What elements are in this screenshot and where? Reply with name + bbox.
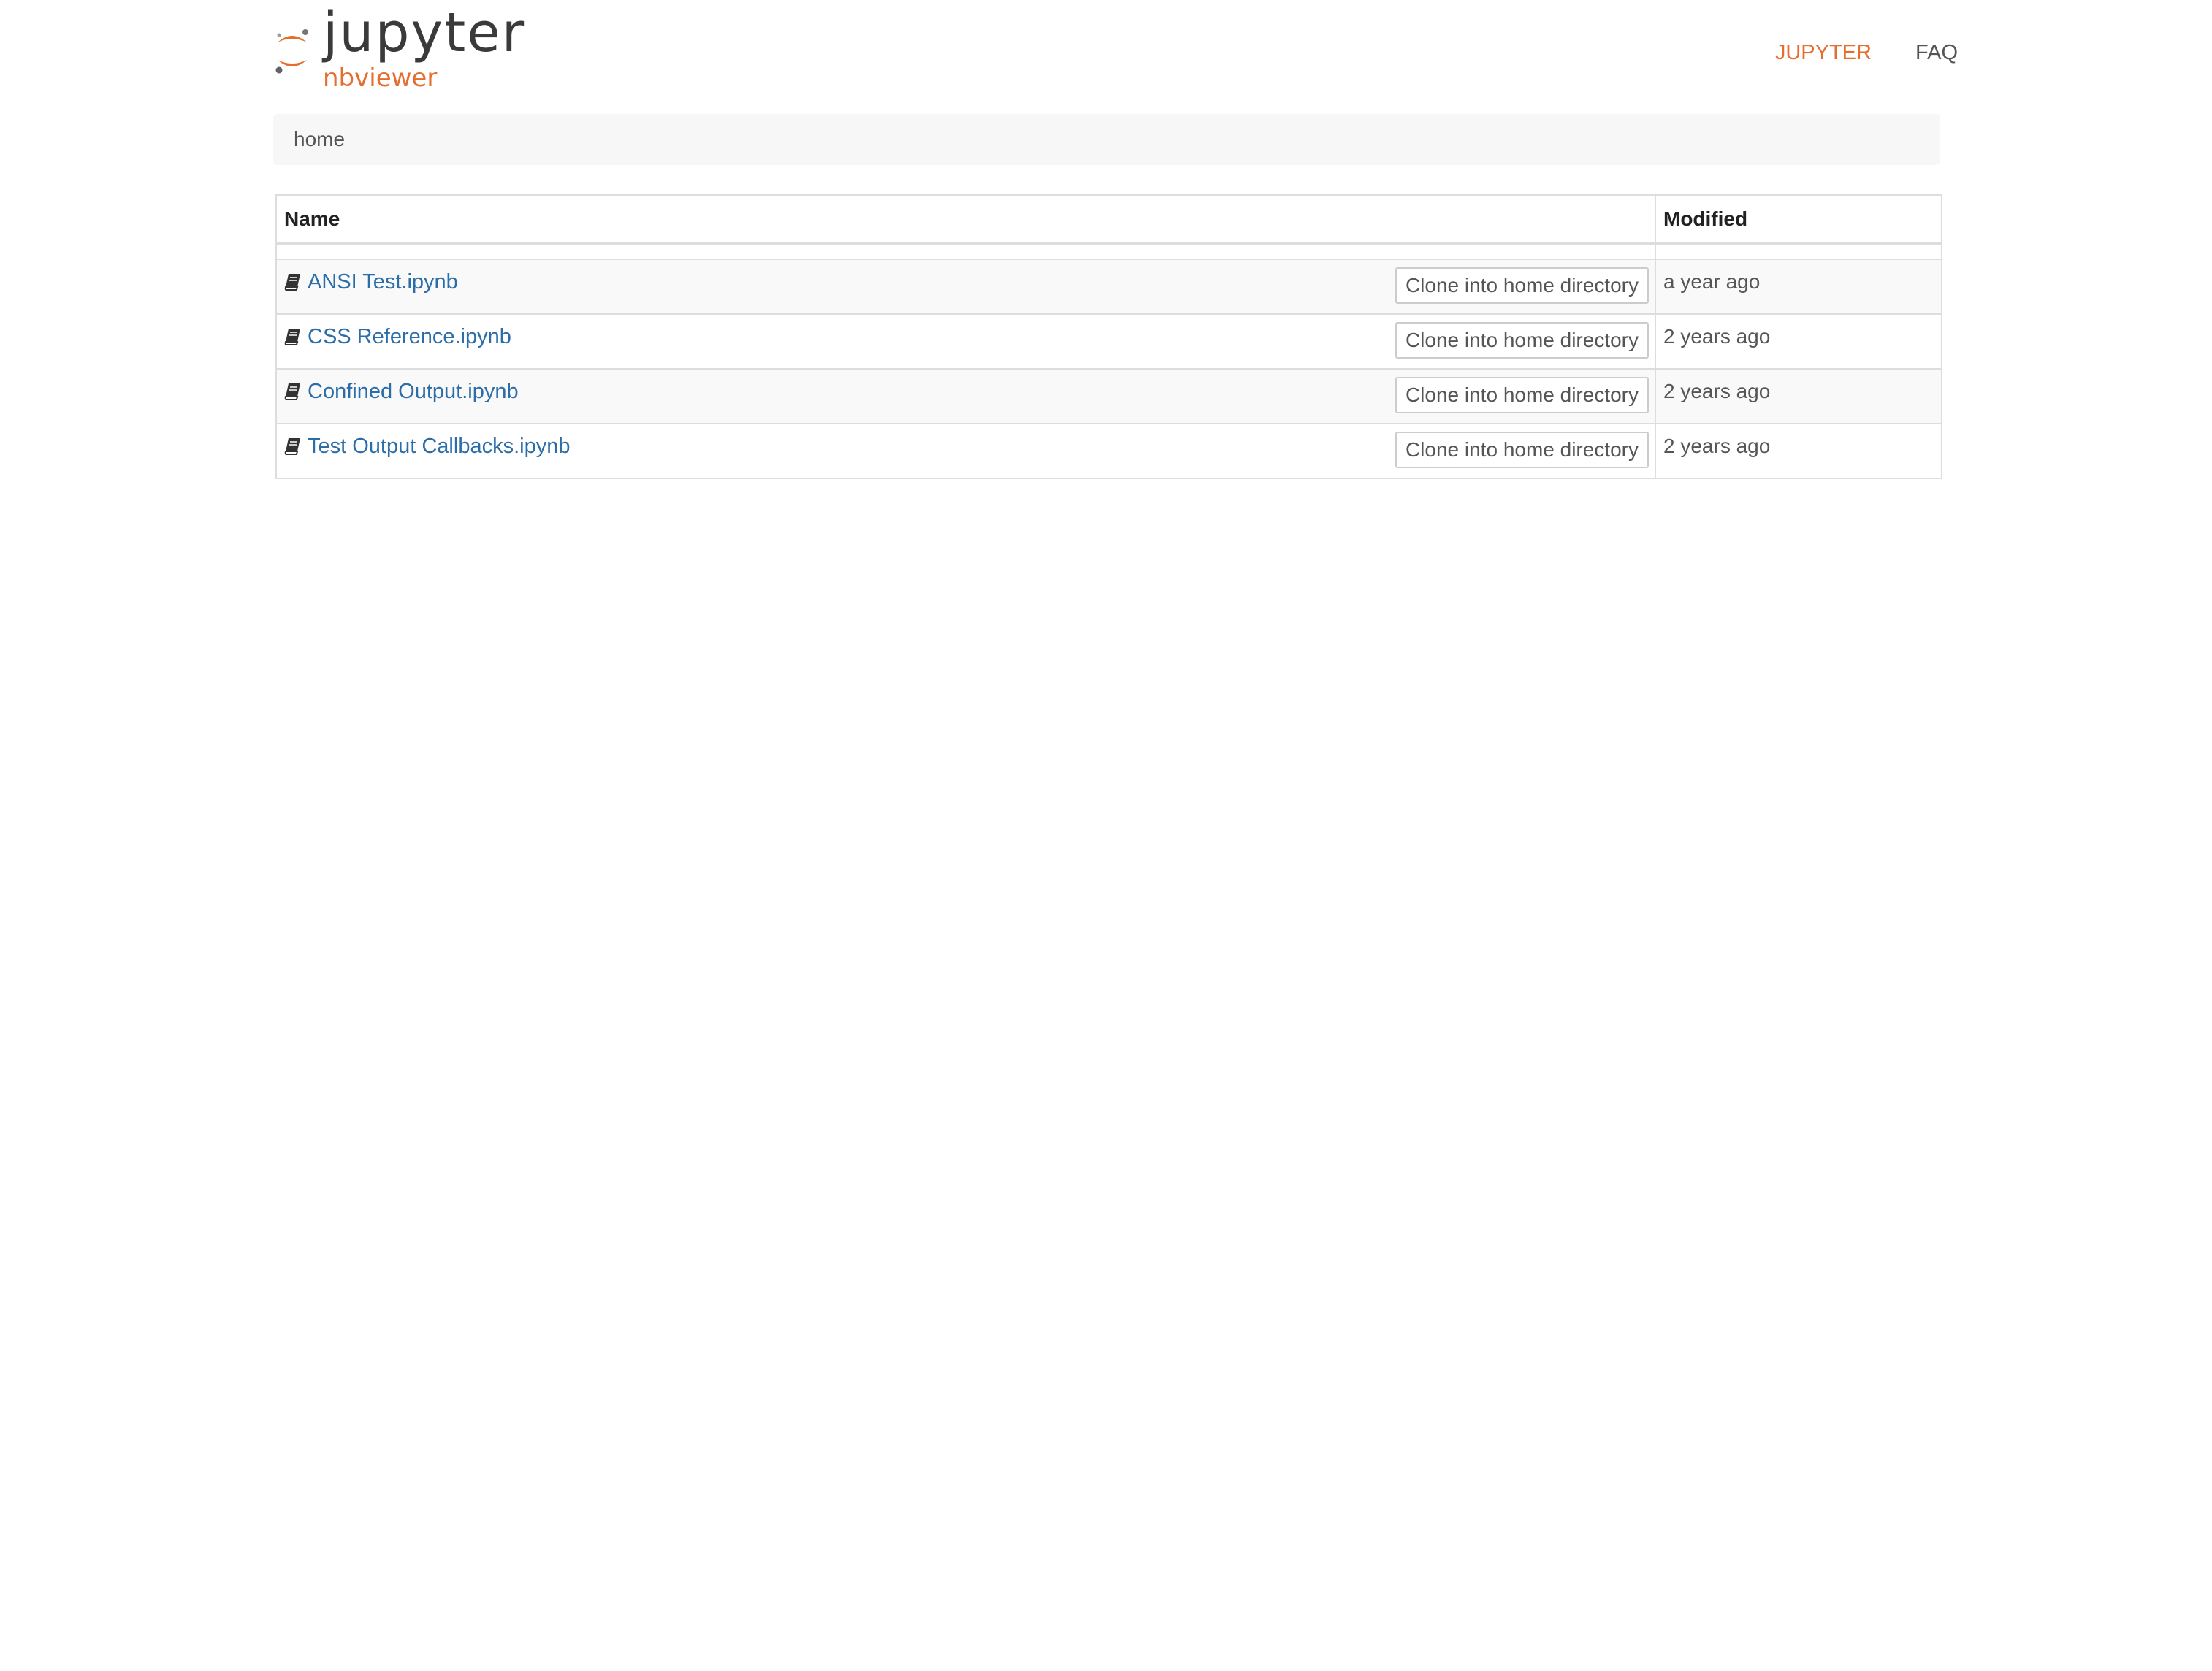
book-icon [284,438,300,455]
notebook-link[interactable]: CSS Reference.ipynb [284,324,511,350]
notebook-link[interactable]: Test Output Callbacks.ipynb [284,433,570,459]
logo-subtitle: nbviewer [323,64,438,93]
book-icon [284,383,300,400]
jupyter-logo-icon [275,29,308,74]
clone-button[interactable]: Clone into home directory [1395,377,1649,413]
spacer-cell-name [277,245,1656,259]
book-icon [284,274,300,291]
breadcrumb: home [273,114,1940,165]
column-header-name[interactable]: Name [277,196,1656,242]
clone-button[interactable]: Clone into home directory [1395,322,1649,359]
modified-text: 2 years ago [1663,435,1771,457]
breadcrumb-item-home[interactable]: home [294,128,345,150]
nav-link-jupyter[interactable]: JUPYTER [1775,39,1872,66]
jupyter-nbviewer-logo[interactable]: jupyter nbviewer [273,6,524,96]
notebook-name: ANSI Test.ipynb [308,270,458,294]
name-cell: Confined Output.ipynb Clone into home di… [277,370,1656,423]
spacer-cell-modified [1656,245,1941,259]
notebook-listing-table: Name Modified ANSI Test.ipynb Clone into… [275,194,1942,479]
modified-text: 2 years ago [1663,325,1771,348]
modified-cell: 2 years ago [1656,424,1941,478]
table-header-row: Name Modified [277,196,1941,242]
modified-cell: 2 years ago [1656,315,1941,368]
column-header-modified[interactable]: Modified [1656,196,1941,242]
name-cell: ANSI Test.ipynb Clone into home director… [277,260,1656,313]
name-cell: Test Output Callbacks.ipynb Clone into h… [277,424,1656,478]
table-row: CSS Reference.ipynb Clone into home dire… [277,313,1941,368]
name-cell: CSS Reference.ipynb Clone into home dire… [277,315,1656,368]
clone-button[interactable]: Clone into home directory [1395,267,1649,304]
modified-cell: 2 years ago [1656,370,1941,423]
modified-text: 2 years ago [1663,380,1771,402]
modified-text: a year ago [1663,270,1761,293]
notebook-name: Confined Output.ipynb [308,380,519,403]
table-row: ANSI Test.ipynb Clone into home director… [277,259,1941,313]
table-row: Test Output Callbacks.ipynb Clone into h… [277,423,1941,478]
clone-button[interactable]: Clone into home directory [1395,432,1649,468]
notebook-link[interactable]: ANSI Test.ipynb [284,269,458,295]
page: jupyter nbviewer JUPYTER FAQ home Name M… [0,0,2212,1671]
logo-wordmark: jupyter [323,1,526,64]
table-row: Confined Output.ipynb Clone into home di… [277,368,1941,423]
notebook-name: Test Output Callbacks.ipynb [308,435,571,458]
book-icon [284,329,300,345]
notebook-link[interactable]: Confined Output.ipynb [284,378,519,405]
modified-cell: a year ago [1656,260,1941,313]
nav-link-faq[interactable]: FAQ [1915,39,1958,66]
top-nav: JUPYTER FAQ [1775,39,1958,66]
table-spacer-row [277,242,1941,259]
notebook-name: CSS Reference.ipynb [308,325,511,348]
